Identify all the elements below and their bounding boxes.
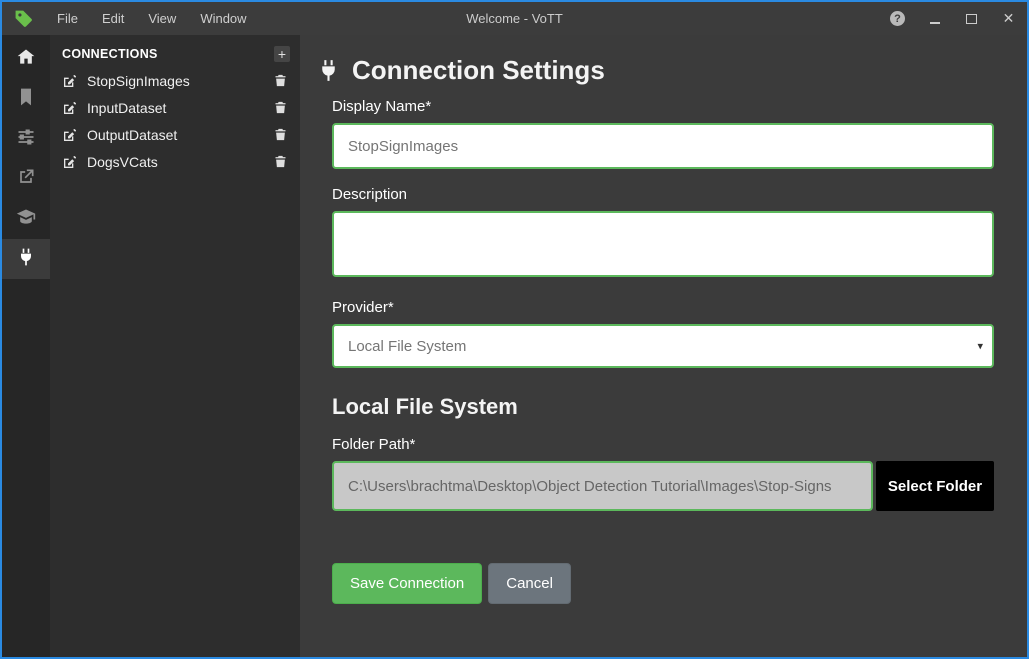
edit-icon	[62, 154, 78, 170]
menu-window[interactable]: Window	[188, 2, 258, 35]
sidebar-item-bookmarks[interactable]	[2, 79, 50, 119]
connections-panel: CONNECTIONS + StopSignImages InputDatase…	[50, 35, 300, 657]
connection-name: OutputDataset	[87, 127, 273, 143]
display-name-input[interactable]	[332, 123, 994, 169]
window-controls: ? ✕	[879, 2, 1027, 35]
provider-label: Provider*	[332, 299, 994, 316]
provider-selected-value: Local File System	[348, 338, 466, 355]
select-folder-button[interactable]: Select Folder	[876, 461, 994, 511]
edit-icon	[62, 127, 78, 143]
external-link-icon	[16, 167, 36, 192]
connection-list-item[interactable]: DogsVCats	[50, 148, 300, 175]
maximize-button[interactable]	[953, 2, 990, 35]
form-actions: Save Connection Cancel	[332, 563, 994, 604]
menu-view[interactable]: View	[136, 2, 188, 35]
add-connection-button[interactable]: +	[274, 46, 290, 62]
app-body: CONNECTIONS + StopSignImages InputDatase…	[2, 35, 1027, 657]
help-button[interactable]: ?	[879, 2, 916, 35]
connection-name: InputDataset	[87, 100, 273, 116]
sidebar-item-home[interactable]	[2, 39, 50, 79]
delete-connection-icon[interactable]	[273, 73, 288, 88]
plug-icon	[16, 247, 36, 272]
main-content: Connection Settings Display Name* Descri…	[300, 35, 1027, 657]
description-label: Description	[332, 186, 994, 203]
sidebar	[2, 35, 50, 657]
menu-file[interactable]: File	[45, 2, 90, 35]
cancel-button[interactable]: Cancel	[488, 563, 571, 604]
chevron-down-icon: ▾	[977, 340, 983, 353]
menu-edit[interactable]: Edit	[90, 2, 136, 35]
titlebar: File Edit View Window Welcome - VoTT ? ✕	[2, 2, 1027, 35]
delete-connection-icon[interactable]	[273, 154, 288, 169]
connection-list-item[interactable]: InputDataset	[50, 94, 300, 121]
sidebar-item-export[interactable]	[2, 159, 50, 199]
provider-select[interactable]: Local File System ▾	[332, 324, 994, 368]
menu-bar: File Edit View Window	[45, 2, 259, 35]
sidebar-item-active-learning[interactable]	[2, 199, 50, 239]
page-title: Connection Settings	[316, 55, 994, 86]
display-name-label: Display Name*	[332, 98, 994, 115]
page-title-text: Connection Settings	[352, 55, 605, 86]
edit-icon	[62, 73, 78, 89]
save-connection-button[interactable]: Save Connection	[332, 563, 482, 604]
minimize-icon	[930, 22, 940, 24]
connections-header: CONNECTIONS +	[50, 41, 300, 67]
delete-connection-icon[interactable]	[273, 100, 288, 115]
connection-form: Display Name* Description Provider* Loca…	[332, 98, 994, 604]
home-icon	[16, 47, 36, 72]
maximize-icon	[966, 14, 977, 24]
sliders-icon	[16, 127, 36, 152]
edit-icon	[62, 100, 78, 116]
app-logo-tag-icon	[14, 9, 33, 28]
folder-path-input[interactable]	[332, 461, 873, 511]
close-button[interactable]: ✕	[990, 2, 1027, 35]
connection-list-item[interactable]: OutputDataset	[50, 121, 300, 148]
connection-name: StopSignImages	[87, 73, 273, 89]
bookmark-icon	[16, 87, 36, 112]
connection-list-item[interactable]: StopSignImages	[50, 67, 300, 94]
window-title: Welcome - VoTT	[466, 11, 563, 26]
connection-name: DogsVCats	[87, 154, 273, 170]
connections-header-title: CONNECTIONS	[62, 47, 274, 61]
description-input[interactable]	[332, 211, 994, 277]
folder-path-label: Folder Path*	[332, 436, 994, 453]
vott-window: File Edit View Window Welcome - VoTT ? ✕	[0, 0, 1029, 659]
help-icon: ?	[890, 11, 905, 26]
plug-icon	[316, 58, 341, 83]
delete-connection-icon[interactable]	[273, 127, 288, 142]
sidebar-item-settings[interactable]	[2, 119, 50, 159]
sidebar-item-connections[interactable]	[2, 239, 50, 279]
provider-section-heading: Local File System	[332, 394, 994, 420]
graduation-cap-icon	[16, 207, 36, 232]
minimize-button[interactable]	[916, 2, 953, 35]
